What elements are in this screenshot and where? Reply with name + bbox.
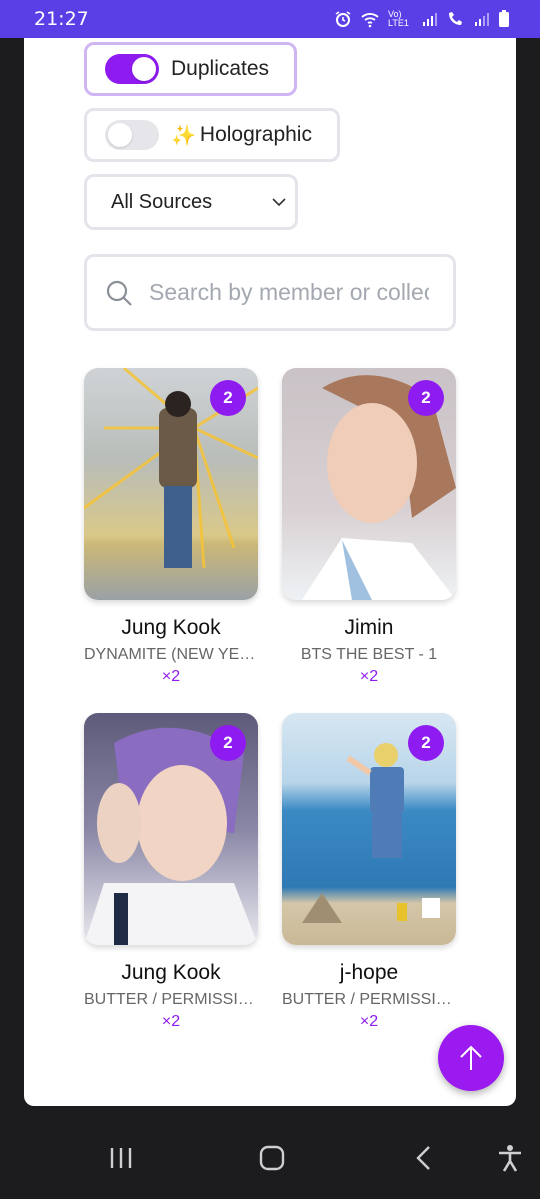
system-nav-bar <box>0 1118 540 1199</box>
recent-apps-icon[interactable] <box>108 1144 134 1172</box>
card-member-name: Jung Kook <box>121 961 221 984</box>
card-count: ×2 <box>161 668 181 685</box>
photocard-image[interactable]: 2 <box>282 368 456 600</box>
wifi-icon <box>361 13 379 28</box>
card-collection: BTS THE BEST - 1 <box>300 646 438 663</box>
collection-sheet: Duplicates ✨ Holographic All Sources Sea… <box>24 38 516 1106</box>
status-icons: Vo) LTE1 <box>334 10 510 28</box>
duplicates-switch[interactable] <box>105 54 159 84</box>
photocard-card[interactable]: 2 j-hope BUTTER / PERMISSION TO DANCE ×2 <box>282 713 456 1031</box>
scroll-to-top-button[interactable] <box>438 1025 504 1091</box>
call-wifi-icon <box>449 12 462 25</box>
search-input[interactable] <box>149 279 429 306</box>
card-member-name: Jimin <box>344 616 394 639</box>
source-select-value: All Sources <box>111 190 213 213</box>
card-collection: DYNAMITE (NEW YEAR'S EVE) <box>84 646 258 663</box>
back-icon[interactable] <box>412 1144 436 1172</box>
status-time: 21:27 <box>34 8 89 30</box>
count-badge: 2 <box>408 725 444 761</box>
photocard-image[interactable]: 2 <box>84 368 258 600</box>
signal-icon <box>475 13 489 26</box>
photocard-card[interactable]: 2 Jung Kook BUTTER / PERMISSION TO DANCE… <box>84 713 258 1031</box>
signal-icon <box>423 13 437 26</box>
source-select[interactable]: All Sources <box>84 174 298 230</box>
arrow-up-icon <box>460 1045 482 1070</box>
count-badge: 2 <box>210 725 246 761</box>
card-member-name: Jung Kook <box>121 616 221 639</box>
card-collection: BUTTER / PERMISSION TO DANCE <box>84 991 258 1008</box>
search-icon <box>106 280 132 306</box>
card-count: ×2 <box>359 668 379 685</box>
card-member-name: j-hope <box>339 961 399 984</box>
duplicates-label: Duplicates <box>171 57 270 80</box>
battery-icon <box>499 10 509 27</box>
holographic-toggle[interactable]: ✨ Holographic <box>84 108 340 162</box>
photocard-card[interactable]: 2 Jung Kook DYNAMITE (NEW YEAR'S EVE) ×2 <box>84 368 258 686</box>
search-field[interactable] <box>84 254 456 331</box>
count-badge: 2 <box>210 380 246 416</box>
holographic-label: Holographic <box>199 123 312 146</box>
home-icon[interactable] <box>258 1144 286 1172</box>
photocard-card[interactable]: 2 Jimin BTS THE BEST - 1 ×2 <box>282 368 456 686</box>
alarm-icon <box>335 11 351 27</box>
chevron-down-icon <box>272 198 286 207</box>
card-count: ×2 <box>161 1013 181 1030</box>
sparkles-icon: ✨ <box>171 124 196 147</box>
status-bar: 21:27 Vo) LTE1 <box>0 0 540 38</box>
card-count: ×2 <box>359 1013 379 1030</box>
photocard-image[interactable]: 2 <box>282 713 456 945</box>
count-badge: 2 <box>408 380 444 416</box>
accessibility-icon[interactable] <box>496 1144 524 1172</box>
holographic-switch[interactable] <box>105 120 159 150</box>
photocard-image[interactable]: 2 <box>84 713 258 945</box>
duplicates-toggle[interactable]: Duplicates <box>84 42 297 96</box>
card-collection: BUTTER / PERMISSION TO DANCE <box>282 991 456 1008</box>
volte-icon: Vo) LTE1 <box>388 9 409 28</box>
